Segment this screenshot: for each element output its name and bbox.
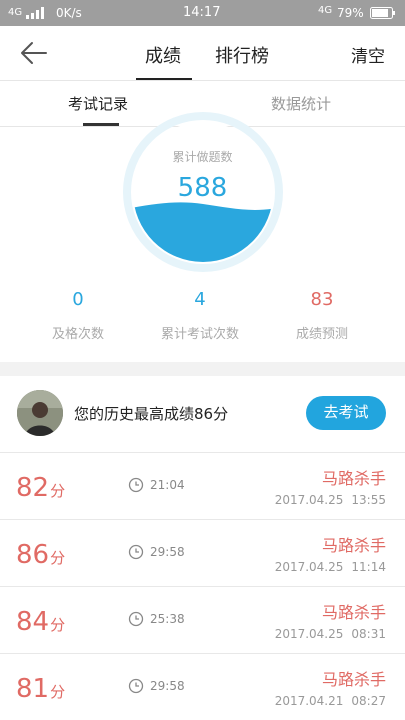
record-datetime: 2017.04.25 08:31 <box>275 627 386 641</box>
record-time: 08:27 <box>351 694 386 708</box>
gauge-label: 累计做题数 <box>172 150 233 164</box>
score-unit: 分 <box>50 482 66 500</box>
stat-value: 83 <box>310 289 334 310</box>
record-score: 84分 <box>16 607 65 637</box>
stat-pass-count: 0 及格次数 <box>13 289 143 342</box>
record-duration: 29:58 <box>150 545 185 559</box>
status-bar: 4G 0K/s 14:17 4G 79% <box>0 0 405 26</box>
record-score: 82分 <box>16 473 65 503</box>
record-time: 13:55 <box>351 493 386 507</box>
clear-button[interactable]: 清空 <box>351 42 385 67</box>
record-duration: 21:04 <box>150 478 185 492</box>
stat-exam-count: 4 累计考试次数 <box>135 289 265 342</box>
record-duration: 29:58 <box>150 679 185 693</box>
score-value: 84 <box>16 607 50 637</box>
best-score-text: 您的历史最高成绩86分 <box>74 405 229 423</box>
record-date: 2017.04.25 <box>274 560 344 574</box>
clock-icon <box>128 477 144 493</box>
network-type-left: 4G <box>8 7 23 18</box>
record-time: 08:31 <box>351 627 386 641</box>
record-date: 2017.04.21 <box>274 694 344 708</box>
clock-time: 14:17 <box>183 5 221 20</box>
record-score: 81分 <box>16 674 65 704</box>
score-value: 81 <box>16 674 50 704</box>
score-unit: 分 <box>50 616 66 634</box>
avatar <box>17 390 63 436</box>
network-type-right: 4G <box>318 5 333 16</box>
stat-label: 及格次数 <box>51 327 104 342</box>
record-title: 马路杀手 <box>321 603 386 622</box>
record-date: 2017.04.25 <box>274 627 344 641</box>
score-value: 82 <box>16 473 50 503</box>
subtab-exam-records[interactable]: 考试记录 <box>68 93 128 114</box>
score-unit: 分 <box>50 549 66 567</box>
network-speed: 0K/s <box>56 6 82 20</box>
tab-score[interactable]: 成绩 <box>145 42 181 68</box>
record-title: 马路杀手 <box>321 469 386 488</box>
record-duration: 25:38 <box>150 612 185 626</box>
stat-label: 累计考试次数 <box>160 327 239 342</box>
best-score-row: 您的历史最高成绩86分 去考试 <box>0 376 405 452</box>
record-title: 马路杀手 <box>321 536 386 555</box>
record-title: 马路杀手 <box>321 670 386 689</box>
exam-record-row[interactable]: 82分 21:04 马路杀手 2017.04.25 13:55 <box>0 452 405 519</box>
exam-record-row[interactable]: 84分 25:38 马路杀手 2017.04.25 08:31 <box>0 586 405 653</box>
exam-record-row[interactable]: 81分 29:58 马路杀手 2017.04.21 08:27 <box>0 653 405 720</box>
record-time: 11:14 <box>351 560 386 574</box>
arrow-left-icon <box>21 42 47 64</box>
signal-icon <box>26 7 48 23</box>
record-datetime: 2017.04.25 13:55 <box>275 493 386 507</box>
score-unit: 分 <box>50 683 66 701</box>
record-datetime: 2017.04.25 11:14 <box>275 560 386 574</box>
clock-icon <box>128 611 144 627</box>
record-datetime: 2017.04.21 08:27 <box>275 694 386 708</box>
score-value: 86 <box>16 540 50 570</box>
record-score: 86分 <box>16 540 65 570</box>
clock-icon <box>128 678 144 694</box>
take-exam-button[interactable]: 去考试 <box>306 396 386 430</box>
section-gap <box>0 362 405 376</box>
record-date: 2017.04.25 <box>274 493 344 507</box>
top-header: 成绩 排行榜 清空 <box>0 26 405 80</box>
battery-icon <box>370 7 396 23</box>
stat-score-prediction: 83 成绩预测 <box>257 289 387 342</box>
stat-value: 4 <box>194 289 206 310</box>
stat-label: 成绩预测 <box>295 327 348 342</box>
battery-percent: 79% <box>337 6 364 20</box>
tab-ranking[interactable]: 排行榜 <box>215 42 269 68</box>
stat-value: 0 <box>72 289 84 310</box>
exam-record-row[interactable]: 86分 29:58 马路杀手 2017.04.25 11:14 <box>0 519 405 586</box>
gauge-value: 588 <box>177 173 228 203</box>
clock-icon <box>128 544 144 560</box>
back-button[interactable] <box>18 39 50 67</box>
